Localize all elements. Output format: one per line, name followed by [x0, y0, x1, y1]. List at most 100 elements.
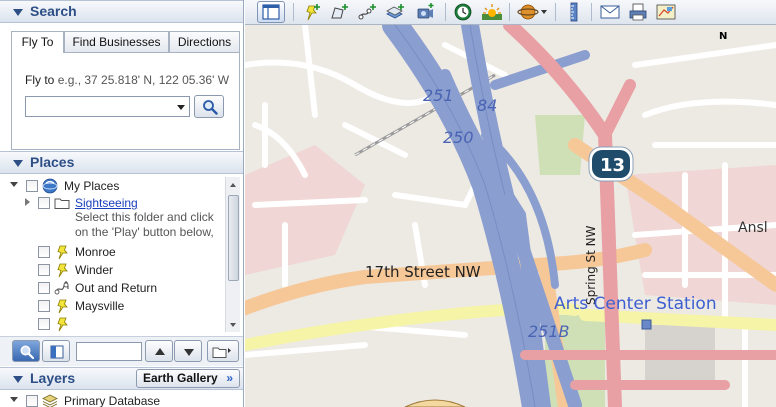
search-panel-title: Search [30, 3, 77, 19]
sidebar-layout-icon [262, 4, 280, 20]
toggle-sidebar-button[interactable] [257, 1, 285, 23]
path-icon [54, 281, 69, 295]
scroll-up-icon[interactable] [230, 183, 236, 187]
tree-item-my-places[interactable]: My Places [8, 177, 226, 195]
tree-item-label: Monroe [75, 245, 116, 259]
move-down-button[interactable] [174, 340, 202, 362]
search-panel-header[interactable]: Search [0, 0, 243, 23]
tree-item-unnamed[interactable] [8, 315, 226, 332]
ruler-icon [570, 2, 578, 22]
route-13-label: 13 [600, 155, 625, 176]
sightseeing-description-line1: Select this folder and click [75, 210, 214, 224]
places-filter-input[interactable] [76, 342, 142, 361]
tree-item-label: Out and Return [75, 281, 158, 295]
add-polygon-button[interactable] [329, 2, 351, 22]
add-path-icon [358, 4, 376, 20]
compass-north-label[interactable]: N [719, 31, 727, 42]
email-button[interactable] [599, 2, 621, 22]
expander-open-icon[interactable] [10, 182, 18, 187]
earth-gallery-button[interactable]: Earth Gallery » [136, 369, 240, 388]
sunlight-button[interactable] [481, 2, 503, 22]
pushpin-icon [57, 245, 68, 260]
dropdown-arrow-icon[interactable] [177, 105, 185, 110]
folder-menu-button[interactable] [207, 340, 239, 362]
expander-closed-icon[interactable] [25, 198, 30, 206]
toolbar-separator [445, 3, 446, 21]
checkbox[interactable] [38, 246, 50, 258]
tab-fly-to[interactable]: Fly To [11, 31, 64, 53]
search-panel: Fly To Find Businesses Directions Fly to… [11, 31, 241, 150]
tree-item-out-and-return[interactable]: Out and Return [8, 279, 226, 297]
view-in-maps-button[interactable] [655, 2, 677, 22]
checkbox[interactable] [38, 197, 50, 209]
printer-icon [629, 3, 647, 21]
magnifier-icon [203, 100, 218, 115]
move-up-button[interactable] [145, 340, 173, 362]
sidebar: Search Fly To Find Businesses Directions… [0, 0, 244, 407]
tab-directions[interactable]: Directions [169, 31, 240, 52]
route-label-251: 251 [423, 86, 454, 105]
places-toolbar [0, 336, 243, 366]
fly-to-input[interactable] [25, 96, 190, 117]
checkbox[interactable] [38, 300, 50, 312]
add-path-button[interactable] [357, 2, 379, 22]
checkbox[interactable] [26, 395, 38, 407]
add-image-overlay-button[interactable] [385, 2, 407, 22]
collapse-triangle-icon[interactable] [13, 9, 23, 16]
fly-to-label: Fly to e.g., 37 25.818' N, 122 05.36' W [25, 73, 230, 87]
fly-to-hint: e.g., 37 25.818' N, 122 05.36' W [57, 73, 230, 87]
print-button[interactable] [627, 2, 649, 22]
places-scrollbar[interactable] [225, 177, 240, 332]
layers-panel-title: Layers [30, 370, 76, 386]
places-panel-header[interactable]: Places [0, 151, 243, 174]
planet-icon [517, 4, 547, 20]
record-tour-button[interactable] [415, 2, 437, 22]
street-label-ansl: Ansl [738, 220, 768, 236]
globe-icon [42, 178, 58, 194]
tree-item-label: Winder [75, 263, 114, 277]
tab-find-businesses[interactable]: Find Businesses [64, 31, 169, 52]
toolbar-separator [509, 3, 510, 21]
places-sidebar-toggle-button[interactable] [42, 340, 70, 362]
checkbox[interactable] [26, 180, 38, 192]
collapse-triangle-icon[interactable] [13, 160, 23, 167]
map-canvas[interactable]: 251 84 250 251B 13 17th Street NW Spring… [245, 25, 776, 407]
map-view[interactable]: 251 84 250 251B 13 17th Street NW Spring… [245, 25, 776, 407]
maps-icon [656, 4, 676, 20]
folder-icon [54, 198, 70, 209]
sightseeing-description-line2: on the 'Play' button below, [75, 225, 214, 239]
tree-item-maysville[interactable]: Maysville [8, 297, 226, 315]
tab-directions-label: Directions [177, 35, 232, 49]
collapse-triangle-icon[interactable] [13, 376, 23, 383]
places-search-button[interactable] [12, 340, 40, 362]
expander-open-icon[interactable] [10, 397, 18, 402]
tree-item-monroe[interactable]: Monroe [8, 243, 226, 261]
places-panel-title: Places [30, 154, 75, 170]
switch-planet-button[interactable] [517, 2, 549, 22]
search-button[interactable] [194, 95, 224, 118]
magnifier-icon [20, 345, 35, 360]
checkbox[interactable] [38, 282, 50, 294]
tree-item-winder[interactable]: Winder [8, 261, 226, 279]
tree-item-label: Maysville [75, 299, 125, 313]
scroll-thumb[interactable] [228, 195, 239, 281]
fly-to-content: Fly to e.g., 37 25.818' N, 122 05.36' W [11, 52, 240, 150]
add-placemark-icon [306, 4, 320, 21]
ruler-button[interactable] [563, 2, 585, 22]
historical-imagery-button[interactable] [453, 2, 475, 22]
scroll-down-icon[interactable] [230, 323, 236, 327]
checkbox[interactable] [38, 318, 50, 330]
pushpin-icon [57, 263, 68, 278]
arrow-up-icon [155, 348, 165, 355]
pushpin-icon [57, 317, 68, 332]
toolbar-separator [555, 3, 556, 21]
checkbox[interactable] [38, 264, 50, 276]
sunlight-icon [482, 4, 502, 20]
arrow-down-icon [184, 349, 194, 356]
double-chevron-right-icon: » [226, 371, 233, 385]
add-placemark-button[interactable] [301, 2, 323, 22]
places-tree: My Places Sightseeing Select this folder… [8, 177, 226, 332]
street-label-17th: 17th Street NW [365, 263, 481, 281]
layer-item-label: Primary Database [64, 394, 161, 407]
layer-item-primary-database[interactable]: Primary Database [8, 392, 226, 407]
